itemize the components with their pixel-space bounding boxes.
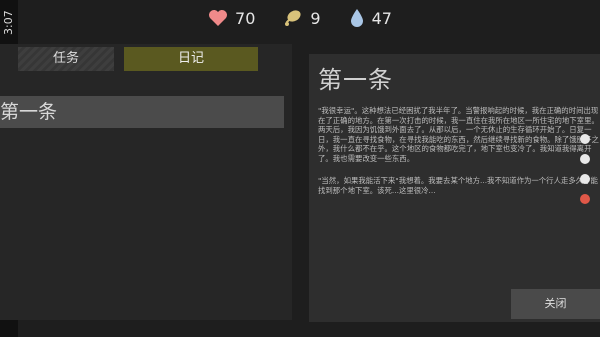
close-button[interactable]: 关闭 (511, 289, 600, 319)
entry-title: 第一条 (318, 66, 393, 94)
indicator-dot-white (580, 174, 590, 184)
health-value: 70 (235, 8, 256, 28)
resource-bar: 70 9 47 (0, 0, 600, 36)
tab-diary[interactable]: 日记 (124, 47, 258, 71)
water-counter: 47 (349, 8, 392, 28)
food-counter: 9 (283, 8, 321, 28)
indicator-dot-white (580, 134, 590, 144)
diary-entry-item[interactable]: 第一条 (0, 96, 284, 128)
food-value: 9 (310, 8, 321, 28)
water-value: 47 (371, 8, 392, 28)
health-counter: 70 (208, 9, 255, 28)
indicator-dot-red (580, 194, 590, 204)
entry-list-panel (0, 44, 292, 320)
heart-icon (209, 10, 228, 26)
entry-paragraph: "当然，如果我能活下来"我想着。我要去某个地方...我不知道作为一个行人走多久才… (318, 176, 598, 195)
water-drop-icon (350, 9, 363, 27)
tab-task[interactable]: 任务 (18, 47, 114, 71)
entry-paragraph: "我很幸运"。这种想法已经困扰了我半年了。当警报响起的时候，我在正确的时间出现在… (318, 106, 599, 163)
indicator-dot-white (580, 154, 590, 164)
food-icon (285, 10, 301, 26)
